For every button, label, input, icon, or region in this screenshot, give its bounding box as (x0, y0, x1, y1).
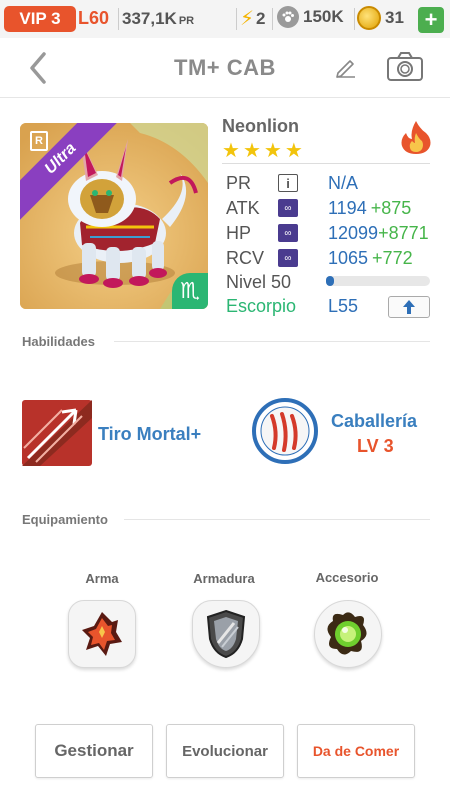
stat-label: HP (226, 222, 252, 243)
accessory-slot[interactable] (314, 600, 382, 668)
nav-header: TM+ CAB (0, 38, 450, 98)
stat-row-hp: HP ∞ 12099+8771 (226, 222, 429, 244)
hp-base: 12099 (328, 222, 379, 243)
camera-button[interactable] (386, 51, 424, 83)
orb-icon (327, 612, 367, 655)
armor-slot[interactable] (192, 600, 260, 668)
energy-value: 2 (256, 8, 266, 28)
energy-counter[interactable]: ⚡ 2 (240, 6, 266, 31)
hp-bonus: +8771 (378, 222, 429, 243)
passive-skill-name[interactable]: Caballería (331, 411, 417, 432)
stat-value: N/A (328, 172, 359, 193)
status-bar: VIP 3 L60 337,1K PR ⚡ 2 150K 31 + (0, 0, 450, 38)
weapon-label: Arma (85, 571, 119, 586)
divider (114, 341, 430, 342)
active-skill-icon[interactable] (22, 400, 92, 466)
star-icon: ★ (242, 140, 261, 162)
rank-badge: R (30, 131, 48, 151)
infinity-icon: ∞ (278, 199, 298, 217)
equipment-header: Equipamiento (22, 512, 108, 527)
upgrade-button[interactable] (388, 296, 430, 318)
star-icon: ★ (263, 140, 282, 162)
power-value: 337,1K (122, 9, 177, 28)
infinity-icon: ∞ (278, 224, 298, 242)
player-power: 337,1K PR (122, 9, 194, 29)
level-progress-bar (326, 276, 430, 286)
stat-label: PR (226, 172, 252, 193)
armor-label: Armadura (193, 571, 255, 586)
zodiac-name: Escorpio (226, 296, 297, 316)
food-value: 150K (303, 7, 344, 26)
divider (118, 8, 119, 30)
star-rating: ★ ★ ★ ★ (222, 141, 303, 161)
divider (124, 519, 430, 520)
passive-skill-level: LV 3 (357, 436, 394, 456)
skills-title: Habilidades (22, 334, 95, 349)
food-counter[interactable]: 150K (277, 6, 344, 28)
atk-bonus: +875 (370, 197, 412, 218)
vip-badge[interactable]: VIP 3 (4, 6, 76, 32)
zodiac-badge: ♏ (172, 273, 208, 309)
stat-value: 12099+8771 (328, 223, 429, 244)
equipment-title: Equipamiento (22, 512, 108, 527)
coin-value: 31 (385, 8, 404, 27)
manage-button[interactable]: Gestionar (35, 724, 153, 778)
divider (222, 163, 430, 164)
monster-name[interactable]: Neonlion (222, 116, 299, 137)
stat-row-atk: ATK ∞ 1194 +875 (226, 197, 411, 219)
rcv-base: 1065 (328, 247, 369, 268)
paw-icon (277, 6, 299, 28)
atk-base: 1194 (328, 197, 367, 218)
monster-portrait[interactable]: Ultra R ♏ (20, 123, 208, 309)
camera-icon (387, 52, 423, 81)
level-row: Nivel 50 (226, 271, 291, 293)
infinity-icon: ∞ (278, 249, 298, 267)
arrow-up-icon (403, 300, 415, 314)
stat-value: 1194 +875 (328, 198, 411, 219)
accessory-label: Accesorio (315, 570, 379, 585)
divider (272, 8, 273, 30)
power-unit: PR (178, 15, 195, 27)
pencil-icon (336, 60, 355, 78)
add-currency-button[interactable]: + (418, 7, 444, 33)
info-icon[interactable]: i (278, 174, 298, 192)
fire-element-icon (400, 119, 432, 155)
level-progress-fill (326, 276, 335, 286)
stat-row-pr: PR i N/A (226, 172, 358, 194)
skills-header: Habilidades (22, 334, 95, 349)
divider (354, 8, 355, 30)
player-level: L60 (78, 8, 110, 28)
star-icon: ★ (222, 140, 240, 162)
active-skill-name[interactable]: Tiro Mortal+ (98, 424, 201, 445)
rcv-bonus: +772 (372, 247, 413, 268)
evolve-button[interactable]: Evolucionar (166, 724, 284, 778)
divider (236, 8, 237, 30)
edit-button[interactable] (334, 55, 358, 79)
level-label: Nivel 50 (226, 271, 292, 292)
stat-label: RCV (226, 247, 265, 268)
passive-skill-icon[interactable] (252, 398, 318, 464)
feed-button[interactable]: Da de Comer (297, 724, 415, 778)
shield-icon (206, 609, 246, 659)
weapon-icon (82, 612, 122, 656)
page-title: TM+ CAB (174, 55, 276, 80)
star-icon: ★ (284, 140, 303, 162)
stat-label: ATK (226, 197, 260, 218)
lightning-icon: ⚡ (240, 8, 255, 30)
level-cap: L55 (328, 296, 359, 316)
stat-row-rcv: RCV ∞ 1065 +772 (226, 247, 413, 269)
weapon-slot[interactable] (68, 600, 136, 668)
coin-counter[interactable]: 31 (357, 6, 404, 30)
stat-value: 1065 +772 (328, 248, 413, 269)
coin-icon (357, 6, 381, 30)
